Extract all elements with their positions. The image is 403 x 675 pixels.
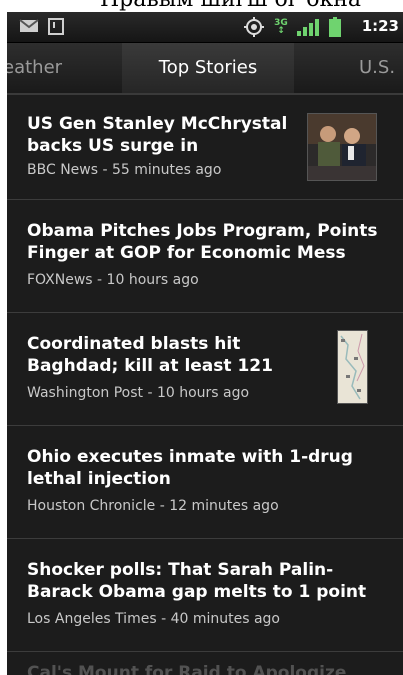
gmail-icon bbox=[19, 19, 39, 32]
tab-top-stories[interactable]: Top Stories bbox=[122, 43, 294, 93]
story-item[interactable]: Obama Pitches Jobs Program, Points Finge… bbox=[7, 200, 403, 313]
gps-icon bbox=[244, 17, 264, 37]
story-headline: Coordinated blasts hit Baghdad; kill at … bbox=[27, 334, 273, 376]
battery-icon bbox=[329, 17, 341, 37]
story-source: Los Angeles Times - 40 minutes ago bbox=[27, 611, 280, 627]
story-item[interactable]: Coordinated blasts hit Baghdad; kill at … bbox=[7, 313, 403, 426]
top-caption: Нравым шигш ог окна bbox=[0, 0, 403, 12]
story-thumbnail-photo bbox=[307, 113, 377, 181]
story-headline-partial[interactable]: Cal's Mount for Raid to Apologize bbox=[27, 663, 346, 675]
story-source: FOXNews - 10 hours ago bbox=[27, 272, 199, 288]
signal-icon bbox=[297, 19, 319, 36]
phone-screen: 3G ↕ 1:23 eather Top Stories U.S. US Gen … bbox=[7, 12, 403, 675]
story-headline: Obama Pitches Jobs Program, Points Finge… bbox=[27, 221, 378, 263]
story-source: Washington Post - 10 hours ago bbox=[27, 385, 250, 401]
story-source: Houston Chronicle - 12 minutes ago bbox=[27, 498, 279, 514]
story-item[interactable]: Ohio executes inmate with 1-drug lethal … bbox=[7, 426, 403, 539]
caption-text: Нравым шигш ог окна bbox=[100, 0, 361, 12]
story-headline: Ohio executes inmate with 1-drug lethal … bbox=[27, 447, 353, 489]
sdcard-icon bbox=[48, 18, 64, 35]
tab-us[interactable]: U.S. bbox=[359, 43, 403, 93]
tab-weather[interactable]: eather bbox=[7, 43, 113, 93]
story-source: BBC News - 55 minutes ago bbox=[27, 162, 222, 178]
story-headline: Shocker polls: That Sarah Palin-Barack O… bbox=[27, 560, 367, 602]
story-headline: US Gen Stanley McChrystal backs US surge… bbox=[27, 114, 288, 156]
story-item[interactable]: Shocker polls: That Sarah Palin-Barack O… bbox=[7, 539, 403, 652]
section-tabs: eather Top Stories U.S. bbox=[7, 43, 403, 95]
network-3g-icon: 3G ↕ bbox=[274, 18, 288, 36]
status-bar: 3G ↕ 1:23 bbox=[7, 12, 403, 43]
clock: 1:23 bbox=[361, 17, 399, 35]
story-item[interactable]: US Gen Stanley McChrystal backs US surge… bbox=[7, 96, 403, 200]
network-label: 3G bbox=[274, 18, 288, 28]
story-thumbnail-map bbox=[337, 330, 368, 404]
